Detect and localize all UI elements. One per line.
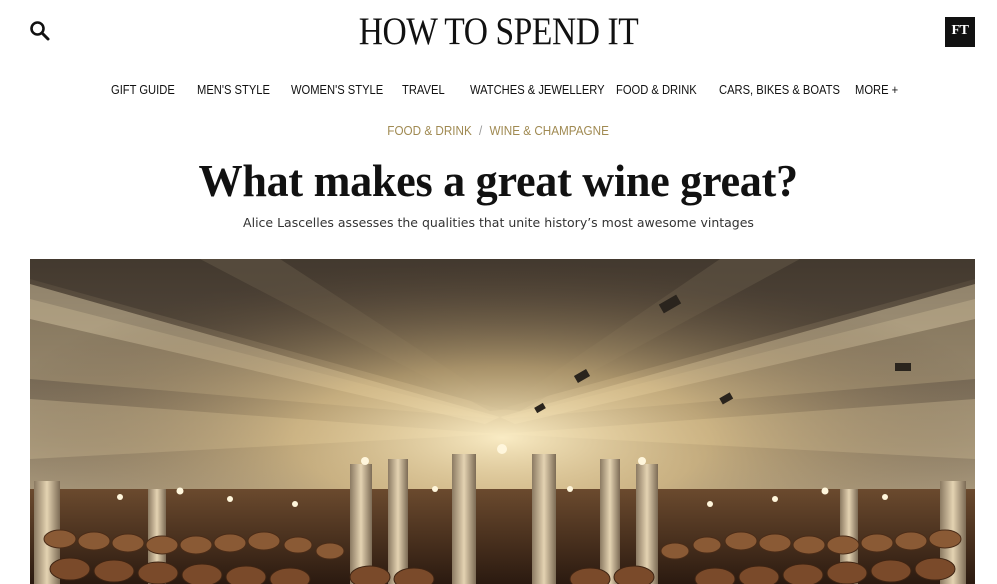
search-icon <box>30 21 50 41</box>
nav-food-drink[interactable]: FOOD & DRINK <box>616 78 697 102</box>
breadcrumb-wine-champagne[interactable]: WINE & CHAMPAGNE <box>490 123 609 138</box>
nav-more[interactable]: MORE + <box>855 78 898 102</box>
nav-watches-jewellery[interactable]: WATCHES & JEWELLERY <box>470 78 605 102</box>
site-header: HOW TO SPEND IT FT <box>0 0 997 66</box>
article-headline: What makes a great wine great? <box>0 151 997 211</box>
main-nav: GIFT GUIDE MEN'S STYLE WOMEN'S STYLE TRA… <box>0 78 997 102</box>
headline-text: What makes a great wine great? <box>198 155 799 206</box>
breadcrumb-food-drink[interactable]: FOOD & DRINK <box>388 123 473 138</box>
nav-womens-style[interactable]: WOMEN'S STYLE <box>291 78 383 102</box>
nav-cars-bikes-boats[interactable]: CARS, BIKES & BOATS <box>719 78 840 102</box>
breadcrumb: FOOD & DRINK / WINE & CHAMPAGNE <box>0 123 997 143</box>
nav-gift-guide[interactable]: GIFT GUIDE <box>111 78 175 102</box>
breadcrumb-separator: / <box>479 123 483 138</box>
article-standfirst: Alice Lascelles assesses the qualities t… <box>243 215 754 230</box>
nav-mens-style[interactable]: MEN'S STYLE <box>197 78 270 102</box>
search-button[interactable] <box>28 19 52 43</box>
ft-logo-link[interactable]: FT <box>945 17 975 47</box>
nav-travel[interactable]: TRAVEL <box>402 78 445 102</box>
wine-cellar-photo <box>30 259 975 584</box>
hero-image <box>30 259 975 584</box>
site-logo[interactable]: HOW TO SPEND IT <box>70 6 927 58</box>
